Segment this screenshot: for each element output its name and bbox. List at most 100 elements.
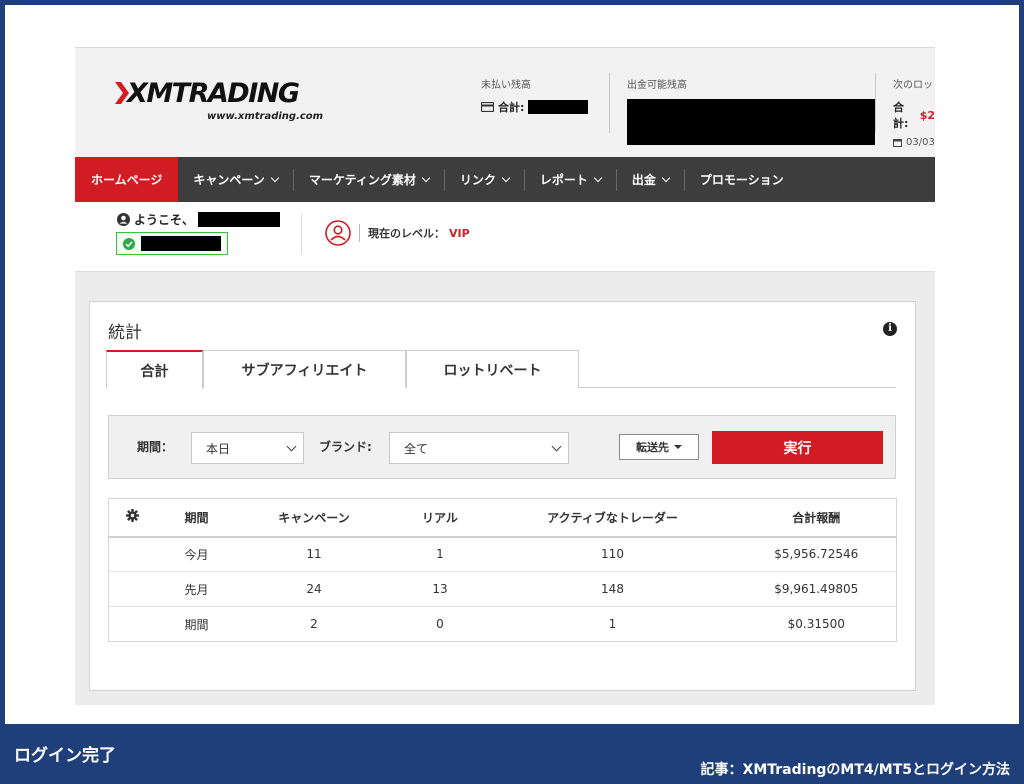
main-nav: ホームページ キャンペーン マーケティング素材 リンク レポート 出金 プロモー… bbox=[75, 157, 935, 202]
table-cell: 1 bbox=[391, 536, 489, 572]
info-icon[interactable]: i bbox=[883, 322, 897, 336]
nav-item-home[interactable]: ホームページ bbox=[75, 157, 179, 202]
export-dropdown-button[interactable]: 転送先 bbox=[619, 434, 699, 460]
table-cell: 0 bbox=[391, 606, 489, 642]
nav-item-links[interactable]: リンク bbox=[445, 157, 524, 202]
next-date-row: 03/03 bbox=[893, 137, 935, 148]
redacted-withdrawable bbox=[627, 99, 875, 145]
page-header: XMTRADING www.xmtrading.com 未払い残高 合計: 出金… bbox=[75, 47, 935, 157]
table-row: 期間 2 0 1 $0.31500 bbox=[108, 606, 897, 642]
table-cell: 110 bbox=[488, 536, 737, 572]
table-cell: $0.31500 bbox=[736, 606, 897, 642]
period-label: 期間： bbox=[137, 440, 174, 454]
tab-total[interactable]: 合計 bbox=[106, 350, 203, 389]
stats-tabs: 合計 サブアフィリエイト ロットリベート bbox=[106, 350, 896, 389]
nav-item-campaign[interactable]: キャンペーン bbox=[178, 157, 292, 202]
period-select[interactable]: 本日 bbox=[191, 432, 304, 464]
calendar-icon bbox=[893, 139, 902, 147]
column-header[interactable]: リアル bbox=[391, 498, 489, 538]
gear-icon[interactable] bbox=[126, 509, 140, 523]
table-cell: 今月 bbox=[156, 536, 237, 572]
logo-url: www.xmtrading.com bbox=[207, 111, 324, 122]
divider bbox=[875, 73, 876, 133]
chevron-down-icon bbox=[593, 173, 603, 182]
divider bbox=[301, 214, 302, 254]
panel-title: 統計 bbox=[108, 323, 142, 343]
execute-button[interactable]: 実行 bbox=[712, 431, 883, 464]
next-total-value: $2 bbox=[919, 108, 935, 122]
nav-item-label: 出金 bbox=[631, 173, 656, 187]
nav-item-reports[interactable]: レポート bbox=[525, 157, 616, 202]
nav-item-label: ホームページ bbox=[91, 173, 163, 187]
chevron-down-icon bbox=[551, 441, 562, 452]
stats-table: 期間 キャンペーン リアル アクティブなトレーダー 合計報酬 今月 11 1 1… bbox=[108, 498, 897, 642]
withdrawable-label: 出金可能残高 bbox=[627, 80, 687, 91]
table-cell bbox=[108, 536, 157, 572]
redacted-account-id bbox=[141, 236, 221, 251]
xm-logo[interactable]: XMTRADING www.xmtrading.com bbox=[115, 78, 323, 124]
filter-bar: 期間： 本日 ブランド: 全て 転送先 実行 bbox=[108, 415, 896, 479]
next-lot-label: 次のロッ bbox=[893, 80, 933, 91]
unpaid-total-row: 合計: bbox=[481, 99, 589, 115]
next-total-row: 合計: $2 bbox=[893, 99, 935, 131]
caret-down-icon bbox=[674, 445, 682, 449]
table-cell: 11 bbox=[236, 536, 392, 572]
table-cell: 1 bbox=[488, 606, 737, 642]
nav-item-withdraw[interactable]: 出金 bbox=[617, 157, 684, 202]
next-total-label: 合計: bbox=[893, 101, 909, 130]
tab-label: サブアフィリエイト bbox=[241, 362, 368, 379]
export-button-label: 転送先 bbox=[636, 441, 669, 454]
member-level: 現在のレベル： VIP bbox=[325, 220, 470, 246]
table-cell: 期間 bbox=[156, 606, 237, 642]
user-circle-icon bbox=[117, 213, 130, 226]
table-cell: $9,961.49805 bbox=[736, 571, 897, 607]
chevron-down-icon bbox=[421, 173, 431, 182]
table-cell: 24 bbox=[236, 571, 392, 607]
caption-article: 記事：XMTradingのMT4/MT5とログイン方法 bbox=[700, 762, 1010, 778]
tab-label: ロットリベート bbox=[443, 362, 542, 379]
tab-lot-rebate[interactable]: ロットリベート bbox=[406, 350, 579, 388]
nav-item-label: リンク bbox=[459, 173, 496, 187]
table-row: 先月 24 13 148 $9,961.49805 bbox=[108, 571, 897, 607]
tab-label: 合計 bbox=[140, 363, 169, 380]
welcome-line: ようこそ、 bbox=[117, 211, 281, 228]
xm-partner-page: XMTRADING www.xmtrading.com 未払い残高 合計: 出金… bbox=[75, 47, 935, 705]
redacted-username bbox=[198, 212, 281, 227]
table-cell bbox=[108, 606, 157, 642]
table-header-row: 期間 キャンペーン リアル アクティブなトレーダー 合計報酬 bbox=[108, 498, 897, 538]
tab-sub-affiliate[interactable]: サブアフィリエイト bbox=[203, 350, 406, 388]
welcome-greeting: ようこそ、 bbox=[134, 213, 195, 227]
statistics-panel: 統計 i 合計 サブアフィリエイト ロットリベート 期間： 本日 ブランド: 全… bbox=[89, 301, 916, 691]
table-cell: 2 bbox=[236, 606, 392, 642]
column-header[interactable]: 合計報酬 bbox=[736, 498, 897, 538]
redacted-amount bbox=[528, 100, 589, 114]
unpaid-balance: 未払い残高 合計: bbox=[481, 76, 589, 115]
verified-account-badge bbox=[116, 232, 228, 255]
nav-item-label: プロモーション bbox=[699, 173, 784, 187]
nav-item-label: レポート bbox=[539, 173, 588, 187]
check-circle-icon bbox=[123, 237, 135, 250]
caption-title: ログイン完了 bbox=[14, 746, 116, 766]
logo-wordmark: XMTRADING bbox=[127, 78, 300, 109]
chevron-down-icon bbox=[501, 173, 511, 182]
user-outline-icon bbox=[325, 220, 351, 246]
period-select-value: 本日 bbox=[206, 441, 231, 456]
chevron-down-icon bbox=[286, 441, 297, 452]
brand-select[interactable]: 全て bbox=[389, 432, 569, 464]
table-cell bbox=[108, 571, 157, 607]
nav-item-promotion[interactable]: プロモーション bbox=[685, 157, 799, 202]
screenshot-frame: XMTRADING www.xmtrading.com 未払い残高 合計: 出金… bbox=[5, 5, 1019, 724]
table-row: 今月 11 1 110 $5,956.72546 bbox=[108, 536, 897, 572]
table-cell: 148 bbox=[488, 571, 737, 607]
nav-item-label: キャンペーン bbox=[193, 173, 265, 187]
brand-select-value: 全て bbox=[404, 441, 429, 456]
level-label: 現在のレベル： bbox=[368, 227, 445, 240]
unpaid-balance-label: 未払い残高 bbox=[481, 80, 531, 91]
nav-item-marketing[interactable]: マーケティング素材 bbox=[294, 157, 444, 202]
column-header[interactable]: 期間 bbox=[156, 498, 237, 538]
column-settings[interactable] bbox=[108, 498, 157, 538]
column-header[interactable]: アクティブなトレーダー bbox=[488, 498, 737, 538]
next-lot-balance: 次のロッ 合計: $2 03/03 bbox=[893, 76, 935, 148]
credit-card-icon bbox=[481, 102, 494, 112]
column-header[interactable]: キャンペーン bbox=[236, 498, 392, 538]
